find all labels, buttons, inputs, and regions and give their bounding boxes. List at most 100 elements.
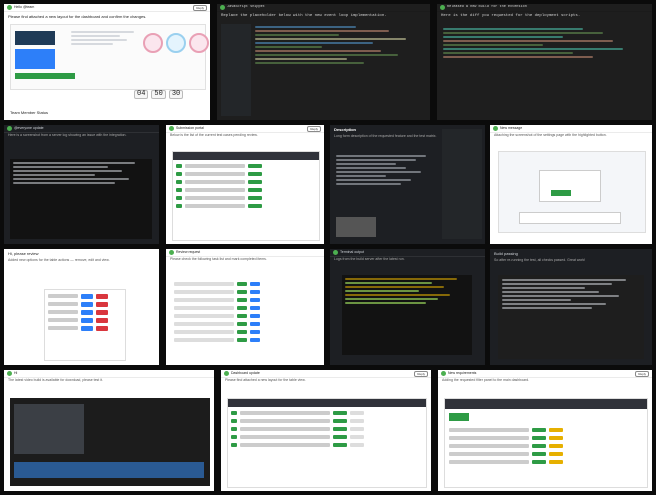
tile-13: Dashboard update Reply Please find attach… — [221, 370, 431, 491]
text-block — [71, 31, 141, 67]
tile-9: Review request Please check the followin… — [166, 249, 324, 365]
tile-7: New message Attaching the screenshot of … — [490, 125, 652, 244]
dialog — [539, 170, 601, 202]
timeline[interactable] — [14, 462, 204, 478]
task-list — [174, 281, 318, 343]
tile-4: @everyone update Here is a screenshot fr… — [4, 125, 159, 244]
tile-title: Hello @team — [14, 5, 35, 9]
input-field[interactable] — [519, 212, 621, 224]
timer-minutes: 50 — [151, 90, 166, 99]
reply-button[interactable]: Reply — [414, 370, 428, 377]
tile-title: Dashboard update — [231, 371, 260, 375]
tile-title: Submission portal — [176, 126, 204, 130]
tile-title: New message — [500, 126, 523, 130]
tile-text: Replace the placeholder below with the n… — [221, 14, 387, 18]
reply-button[interactable]: Reply — [193, 4, 207, 11]
promo-banner — [15, 49, 55, 69]
tile-title: New requirements — [448, 371, 477, 375]
tile-text: Adding the requested filter panel to the… — [442, 378, 530, 382]
tile-text: Please check the following task list and… — [170, 257, 267, 261]
avatar — [440, 5, 445, 10]
tile-header: JavaScript snippet — [217, 4, 430, 12]
brand-logo — [15, 31, 55, 45]
tile-8: Hi, please review Added new options for … — [4, 249, 159, 365]
tile-5: Submission portal Reply Below is the list… — [166, 125, 324, 244]
tile-header: New requirements Reply — [438, 370, 652, 378]
video-frame — [14, 404, 84, 454]
tile-text: Please find attached a new layout for th… — [225, 378, 306, 382]
video-player — [10, 398, 210, 486]
dashboard-panel — [444, 398, 648, 488]
reply-button[interactable]: Reply — [635, 370, 649, 377]
tile-2: JavaScript snippet Replace the placehold… — [217, 4, 430, 120]
tile-6: Description Long form description of the… — [330, 125, 485, 244]
confirm-button[interactable] — [551, 190, 571, 196]
tile-header: Review request — [166, 249, 324, 257]
tile-3: Released a new build for the extension H… — [437, 4, 652, 120]
tile-header: Released a new build for the extension — [437, 4, 652, 12]
diff-lines — [443, 28, 643, 58]
table-panel — [172, 151, 320, 241]
thumbnail — [336, 217, 376, 237]
tile-text: Please find attached a new layout for th… — [8, 14, 147, 19]
timer-hours: 04 — [134, 90, 149, 99]
settings-screenshot — [498, 151, 646, 233]
tile-text: Logs from the build server after the lat… — [334, 257, 405, 261]
tile-text: So after re-running the test, all checks… — [494, 258, 586, 262]
log-panel — [10, 159, 152, 239]
tile-text: Below is the list of the current test ca… — [170, 133, 258, 137]
tile-text: Attaching the screenshot of the settings… — [494, 133, 607, 137]
tile-text: Added new options for the table actions … — [8, 258, 110, 262]
avatar — [7, 126, 12, 131]
tile-text: Here is a screenshot from a server log s… — [8, 133, 127, 137]
avatar — [169, 250, 174, 255]
countdown-timer: 04 50 30 — [134, 90, 184, 99]
tile-header: Dashboard update Reply — [221, 370, 431, 378]
terminal-window — [342, 275, 472, 355]
tile-header: New message — [490, 125, 652, 133]
tile-title: Hi — [14, 371, 18, 375]
file-tree — [221, 24, 251, 116]
tile-12: Hi The latest video build is available f… — [4, 370, 214, 491]
tile-text: The latest video build is available for … — [8, 378, 103, 382]
tile-14: New requirements Reply Adding the request… — [438, 370, 652, 491]
avatar — [333, 250, 338, 255]
tile-header: @everyone update — [4, 125, 159, 133]
tile-header: Terminal output — [330, 249, 485, 257]
code-lines — [255, 26, 423, 64]
reply-button[interactable]: Reply — [307, 125, 321, 132]
avatar — [441, 371, 446, 376]
tile-title: Hi, please review — [8, 251, 39, 256]
action-button[interactable] — [15, 73, 75, 79]
avatar — [7, 5, 12, 10]
table-header — [173, 152, 319, 160]
tile-11: Build passing So after re-running the te… — [490, 249, 652, 365]
tile-1: Hello @team Reply Please find attached a … — [4, 4, 210, 120]
tile-title: JavaScript snippet — [227, 5, 265, 9]
tile-title: Review request — [176, 250, 201, 254]
avatar — [169, 126, 174, 131]
table-header — [228, 399, 426, 407]
footer-label: Team Member Status — [10, 110, 49, 115]
tile-header: Hello @team Reply — [4, 4, 210, 12]
tile-10: Terminal output Logs from the build serv… — [330, 249, 485, 365]
tile-text: Here is the diff you requested for the d… — [441, 14, 581, 18]
tile-header: Hi — [4, 370, 214, 378]
description-lines — [336, 155, 436, 185]
dashboard-card — [10, 24, 209, 90]
avatar — [493, 126, 498, 131]
tile-title: Build passing — [494, 251, 518, 256]
avatar — [7, 371, 12, 376]
filter-button[interactable] — [449, 413, 469, 421]
code-block — [498, 275, 644, 359]
avatar — [224, 371, 229, 376]
table-panel — [227, 398, 427, 488]
actions-table — [44, 289, 126, 361]
tile-header: Submission portal Reply — [166, 125, 324, 133]
avatar — [220, 5, 225, 10]
tile-title: Released a new build for the extension — [447, 5, 527, 9]
status-circles — [143, 33, 209, 53]
timer-seconds: 30 — [168, 90, 184, 99]
dashboard-header — [445, 399, 647, 409]
tile-title: Terminal output — [340, 250, 364, 254]
